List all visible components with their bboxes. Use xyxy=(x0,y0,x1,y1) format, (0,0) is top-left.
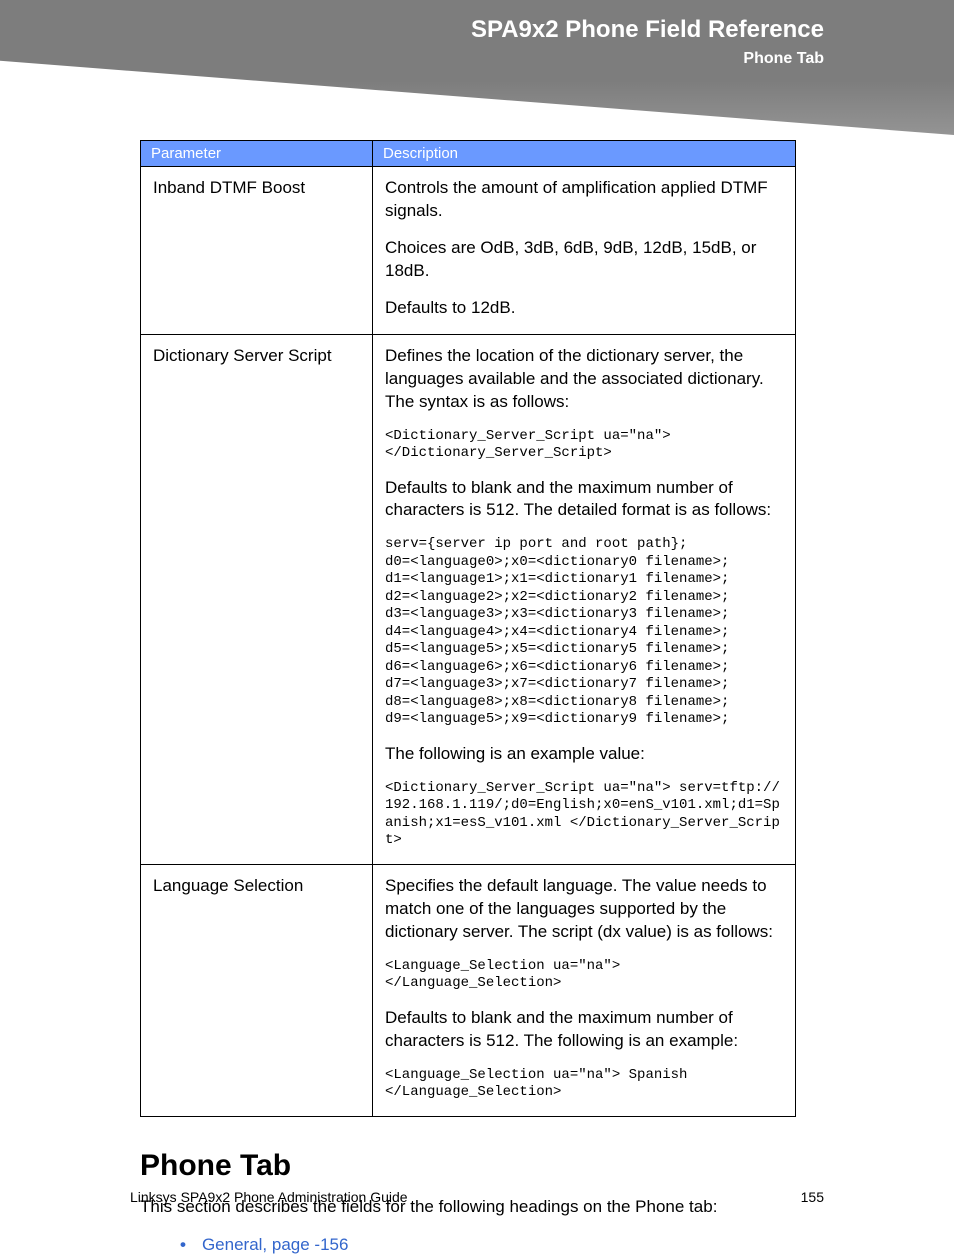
footer-page-number: 155 xyxy=(801,1189,824,1205)
desc-cell: Specifies the default language. The valu… xyxy=(373,864,796,1116)
desc-text: Specifies the default language. The valu… xyxy=(385,875,783,944)
code-block: serv={server ip port and root path}; d0=… xyxy=(385,536,783,729)
desc-cell: Defines the location of the dictionary s… xyxy=(373,334,796,864)
bullet-icon: • xyxy=(180,1235,186,1255)
code-block: <Language_Selection ua="na"> Spanish </L… xyxy=(385,1067,783,1102)
desc-text: Defaults to blank and the maximum number… xyxy=(385,1007,783,1053)
param-cell: Dictionary Server Script xyxy=(141,334,373,864)
table-row: Dictionary Server Script Defines the loc… xyxy=(141,334,796,864)
code-block: <Language_Selection ua="na"> </Language_… xyxy=(385,958,783,993)
desc-text: The following is an example value: xyxy=(385,743,783,766)
desc-text: Defaults to 12dB. xyxy=(385,297,783,320)
desc-text: Defines the location of the dictionary s… xyxy=(385,345,783,414)
code-block: <Dictionary_Server_Script ua="na"> serv=… xyxy=(385,780,783,850)
table-row: Inband DTMF Boost Controls the amount of… xyxy=(141,167,796,335)
page-subtitle: Phone Tab xyxy=(471,50,824,68)
desc-cell: Controls the amount of amplification app… xyxy=(373,167,796,335)
main-content: Parameter Description Inband DTMF Boost … xyxy=(140,140,796,1255)
footer-doc-title: Linksys SPA9x2 Phone Administration Guid… xyxy=(130,1189,408,1205)
section-heading-phone-tab: Phone Tab xyxy=(140,1149,796,1183)
code-block: <Dictionary_Server_Script ua="na"> </Dic… xyxy=(385,428,783,463)
col-header-parameter: Parameter xyxy=(141,141,373,167)
header-text-block: SPA9x2 Phone Field Reference Phone Tab xyxy=(471,16,824,68)
param-cell: Inband DTMF Boost xyxy=(141,167,373,335)
desc-text: Choices are OdB, 3dB, 6dB, 9dB, 12dB, 15… xyxy=(385,237,783,283)
link-general[interactable]: General, page -156 xyxy=(202,1235,349,1255)
table-row: Language Selection Specifies the default… xyxy=(141,864,796,1116)
bullet-list-item: • General, page -156 xyxy=(180,1235,796,1255)
desc-text: Defaults to blank and the maximum number… xyxy=(385,477,783,523)
col-header-description: Description xyxy=(373,141,796,167)
desc-text: Controls the amount of amplification app… xyxy=(385,177,783,223)
page-footer: Linksys SPA9x2 Phone Administration Guid… xyxy=(130,1189,824,1205)
page-title: SPA9x2 Phone Field Reference xyxy=(471,16,824,44)
param-cell: Language Selection xyxy=(141,864,373,1116)
reference-table: Parameter Description Inband DTMF Boost … xyxy=(140,140,796,1117)
